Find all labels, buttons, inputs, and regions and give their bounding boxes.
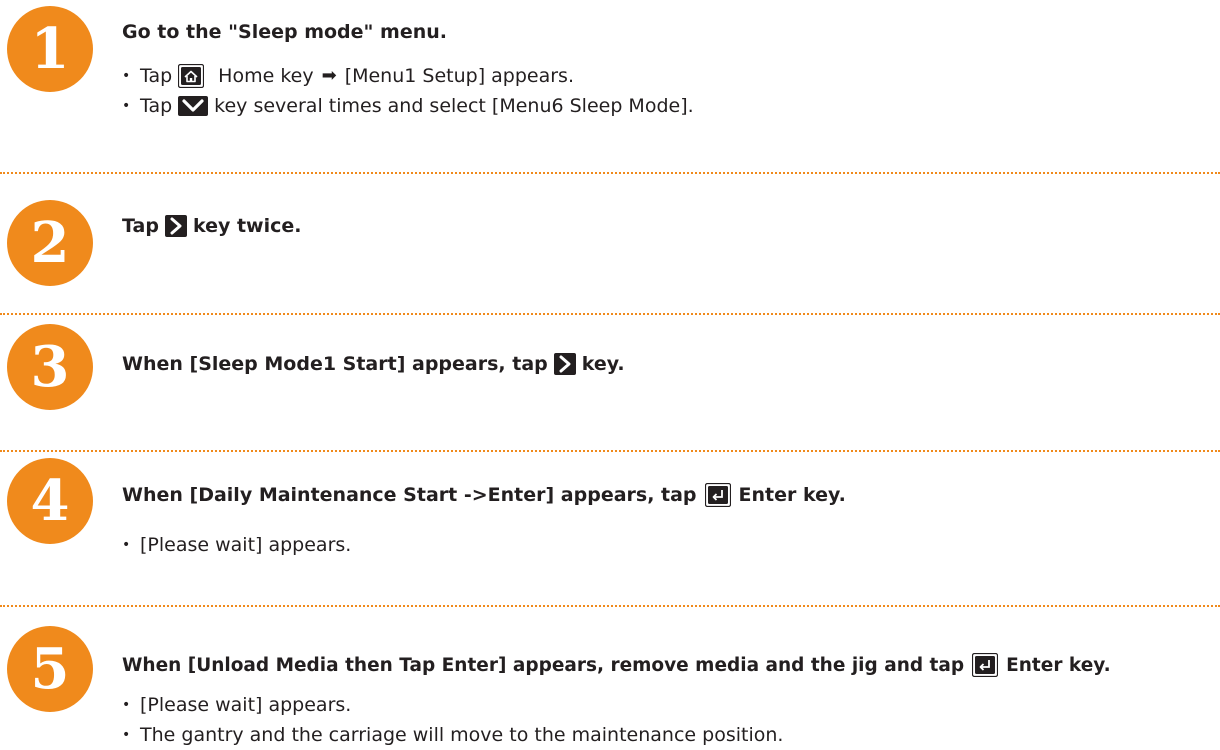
divider	[0, 605, 1220, 607]
step-heading: When [Sleep Mode1 Start] appears, tap ke…	[122, 353, 625, 375]
list-item: • Tap key several times and select [Menu…	[122, 95, 694, 117]
step-bullets: • [Please wait] appears. • The gantry an…	[122, 690, 783, 750]
right-key-icon	[553, 353, 576, 375]
enter-key-icon	[972, 653, 999, 677]
divider	[0, 450, 1220, 452]
right-arrow-icon: ➡	[321, 65, 337, 86]
list-item: • The gantry and the carriage will move …	[122, 724, 784, 746]
step-number-badge: 5	[7, 626, 93, 712]
divider	[0, 313, 1220, 315]
step-heading: Tap key twice.	[122, 215, 302, 237]
step-number-badge: 4	[7, 458, 93, 544]
step-heading: When [Daily Maintenance Start ->Enter] a…	[122, 483, 846, 507]
step-number-badge: 2	[7, 200, 93, 286]
list-item: • [Please wait] appears.	[122, 534, 352, 556]
right-key-icon	[164, 215, 187, 237]
step-number-badge: 3	[7, 324, 93, 410]
step-number-badge: 1	[7, 6, 93, 92]
divider	[0, 172, 1220, 174]
step-bullets: • [Please wait] appears.	[122, 530, 351, 560]
list-item: • [Please wait] appears.	[122, 694, 352, 716]
home-key-icon	[178, 64, 205, 88]
step-heading: Go to the "Sleep mode" menu.	[122, 21, 448, 43]
enter-key-icon	[704, 483, 731, 507]
step-bullets: • Tap Home key ➡ [Menu1 Setup] appears. …	[122, 61, 694, 121]
list-item: • Tap Home key ➡ [Menu1 Setup] appears.	[122, 61, 694, 91]
step-heading: When [Unload Media then Tap Enter] appea…	[122, 653, 1111, 677]
down-key-icon	[178, 96, 209, 116]
